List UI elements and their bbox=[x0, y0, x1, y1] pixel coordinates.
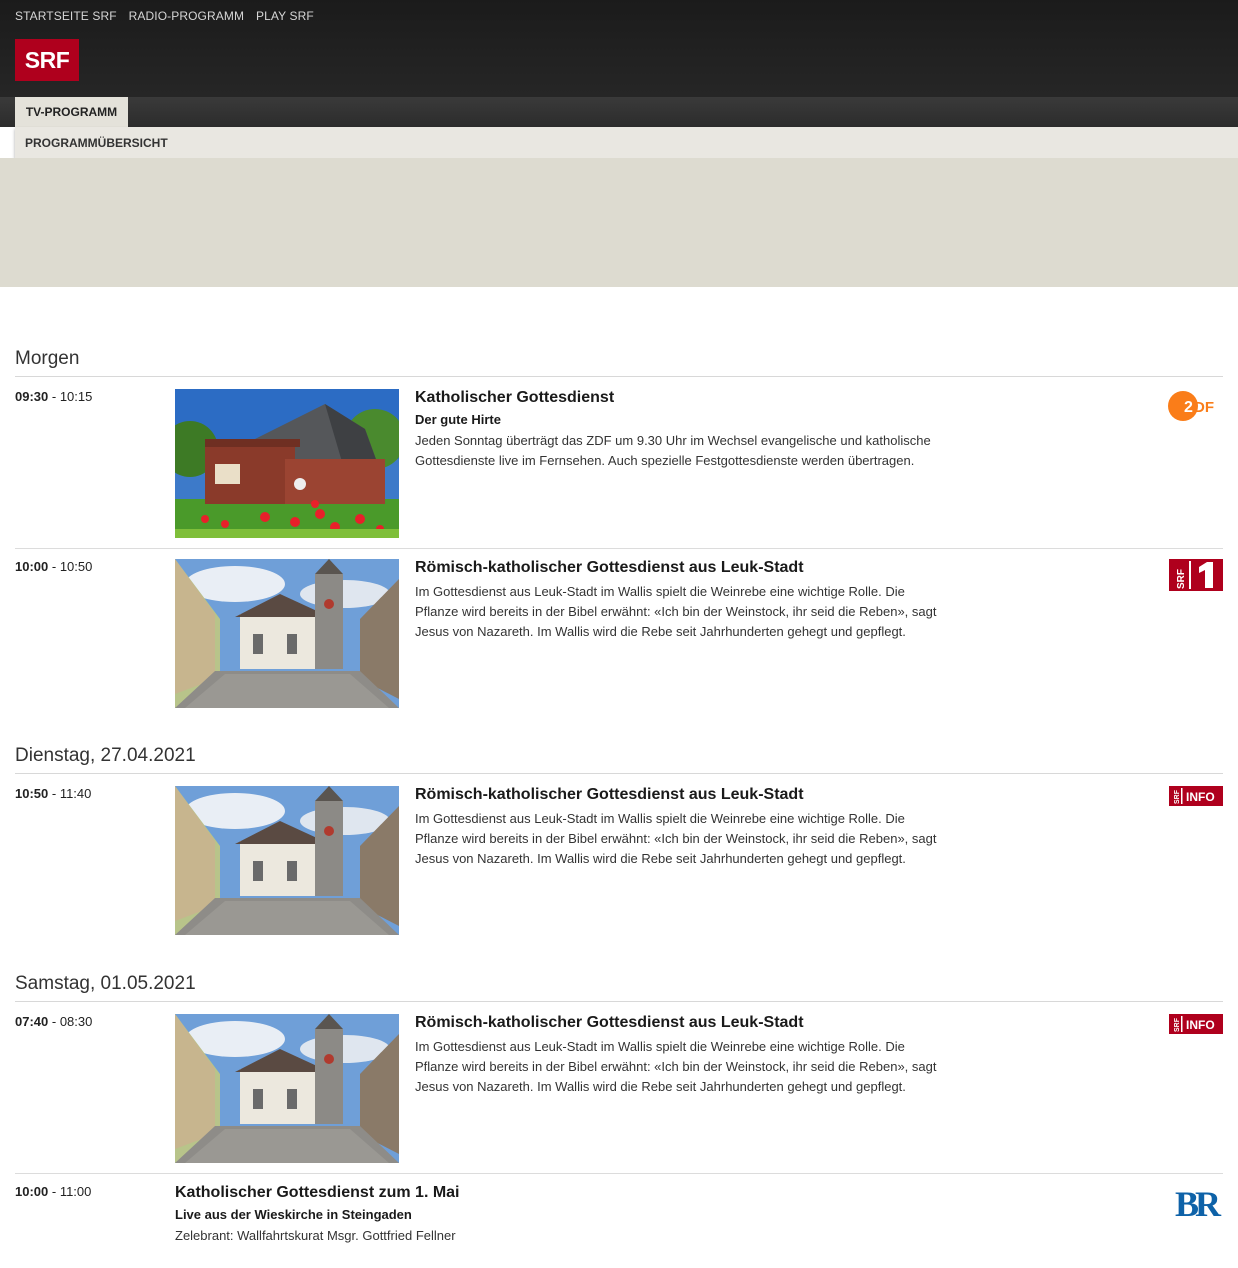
svg-text:SRF: SRF bbox=[1176, 569, 1187, 589]
program-subtitle: Der gute Hirte bbox=[415, 412, 501, 427]
start-time: 09:30 bbox=[15, 389, 49, 404]
svg-text:SRF: SRF bbox=[1174, 1017, 1181, 1032]
svg-text:INFO: INFO bbox=[1186, 1018, 1215, 1032]
program-info: Katholischer Gottesdienst Der gute Hirte… bbox=[415, 389, 945, 471]
time-range: 10:50 - 11:40 bbox=[15, 786, 92, 801]
church-leuk-image bbox=[175, 559, 399, 708]
svg-text:SRF: SRF bbox=[1174, 789, 1181, 804]
time-range: 10:00 - 11:00 bbox=[15, 1184, 92, 1199]
srf-logo[interactable]: SRF bbox=[15, 39, 79, 81]
sub-navigation: PROGRAMMÜBERSICHT bbox=[15, 127, 1238, 158]
start-time: 10:00 bbox=[15, 559, 49, 574]
program-thumbnail[interactable] bbox=[175, 1014, 399, 1163]
program-description: Im Gottesdienst aus Leuk-Stadt im Wallis… bbox=[415, 1039, 937, 1094]
end-time: 08:30 bbox=[59, 1014, 93, 1029]
program-title[interactable]: Römisch-katholischer Gottesdienst aus Le… bbox=[415, 1014, 945, 1032]
svg-text:INFO: INFO bbox=[1186, 790, 1215, 804]
srf-info-logo-icon: SRF INFO bbox=[1169, 1014, 1223, 1039]
nav-startseite-srf[interactable]: STARTSEITE SRF bbox=[15, 9, 117, 23]
tab-bar: TV-PROGRAMM bbox=[0, 97, 1238, 127]
program-title[interactable]: Katholischer Gottesdienst bbox=[415, 389, 945, 407]
program-title[interactable]: Römisch-katholischer Gottesdienst aus Le… bbox=[415, 786, 945, 804]
program-description: Im Gottesdienst aus Leuk-Stadt im Wallis… bbox=[415, 811, 937, 866]
program-row[interactable]: 10:50 - 11:40 Römisch-katholischer Gotte… bbox=[15, 786, 1223, 946]
program-thumbnail[interactable] bbox=[175, 389, 399, 538]
program-info: Römisch-katholischer Gottesdienst aus Le… bbox=[415, 1014, 945, 1097]
end-time: 10:15 bbox=[59, 389, 93, 404]
br-logo-icon: B R bbox=[1175, 1184, 1223, 1225]
time-range: 09:30 - 10:15 bbox=[15, 389, 93, 404]
svg-text:2: 2 bbox=[1184, 399, 1193, 416]
srf-info-logo-icon: SRF INFO bbox=[1169, 786, 1223, 811]
day-heading: Morgen bbox=[15, 348, 1223, 377]
end-time: 10:50 bbox=[59, 559, 93, 574]
program-thumbnail[interactable] bbox=[175, 786, 399, 935]
program-row[interactable]: 09:30 - 10:15 Katholischer Gottesdienst bbox=[15, 389, 1223, 549]
program-row[interactable]: 10:00 - 11:00 Katholischer Gottesdienst … bbox=[15, 1184, 1223, 1254]
program-row[interactable]: 10:00 - 10:50 Römisch-katholischer Gotte… bbox=[15, 559, 1223, 719]
end-time: 11:00 bbox=[59, 1184, 92, 1199]
tab-tv-programm[interactable]: TV-PROGRAMM bbox=[15, 97, 128, 127]
time-range: 07:40 - 08:30 bbox=[15, 1014, 93, 1029]
top-bar: STARTSEITE SRF RADIO-PROGRAMM PLAY SRF S… bbox=[0, 0, 1238, 97]
time-range: 10:00 - 10:50 bbox=[15, 559, 93, 574]
subnav-programmuebersicht[interactable]: PROGRAMMÜBERSICHT bbox=[25, 136, 168, 150]
program-description: Zelebrant: Wallfahrtskurat Msgr. Gottfri… bbox=[175, 1228, 456, 1243]
day-heading: Samstag, 01.05.2021 bbox=[15, 973, 1223, 1002]
church-modern-image bbox=[175, 389, 399, 538]
svg-text:R: R bbox=[1195, 1184, 1222, 1220]
svg-text:DF: DF bbox=[1194, 399, 1214, 416]
church-leuk-image bbox=[175, 1014, 399, 1163]
program-info: Katholischer Gottesdienst zum 1. Mai Liv… bbox=[175, 1184, 705, 1246]
program-info: Römisch-katholischer Gottesdienst aus Le… bbox=[415, 786, 945, 869]
nav-play-srf[interactable]: PLAY SRF bbox=[256, 9, 314, 23]
end-time: 11:40 bbox=[59, 786, 92, 801]
start-time: 10:00 bbox=[15, 1184, 49, 1199]
nav-radio-programm[interactable]: RADIO-PROGRAMM bbox=[129, 9, 244, 23]
day-heading: Dienstag, 27.04.2021 bbox=[15, 745, 1223, 774]
top-nav: STARTSEITE SRF RADIO-PROGRAMM PLAY SRF bbox=[15, 9, 314, 23]
srf1-logo-icon: SRF bbox=[1169, 559, 1223, 596]
program-thumbnail[interactable] bbox=[175, 559, 399, 708]
program-row[interactable]: 07:40 - 08:30 Römisch-katholischer Gotte… bbox=[15, 1014, 1223, 1174]
program-description: Im Gottesdienst aus Leuk-Stadt im Wallis… bbox=[415, 584, 937, 639]
church-leuk-image bbox=[175, 786, 399, 935]
start-time: 10:50 bbox=[15, 786, 49, 801]
program-title[interactable]: Römisch-katholischer Gottesdienst aus Le… bbox=[415, 559, 945, 577]
program-info: Römisch-katholischer Gottesdienst aus Le… bbox=[415, 559, 945, 642]
zdf-logo-icon: 2 DF bbox=[1167, 389, 1223, 428]
hero-area bbox=[0, 158, 1238, 287]
start-time: 07:40 bbox=[15, 1014, 49, 1029]
program-subtitle: Live aus der Wieskirche in Steingaden bbox=[175, 1207, 412, 1222]
program-title[interactable]: Katholischer Gottesdienst zum 1. Mai bbox=[175, 1184, 705, 1202]
program-description: Jeden Sonntag überträgt das ZDF um 9.30 … bbox=[415, 433, 931, 468]
